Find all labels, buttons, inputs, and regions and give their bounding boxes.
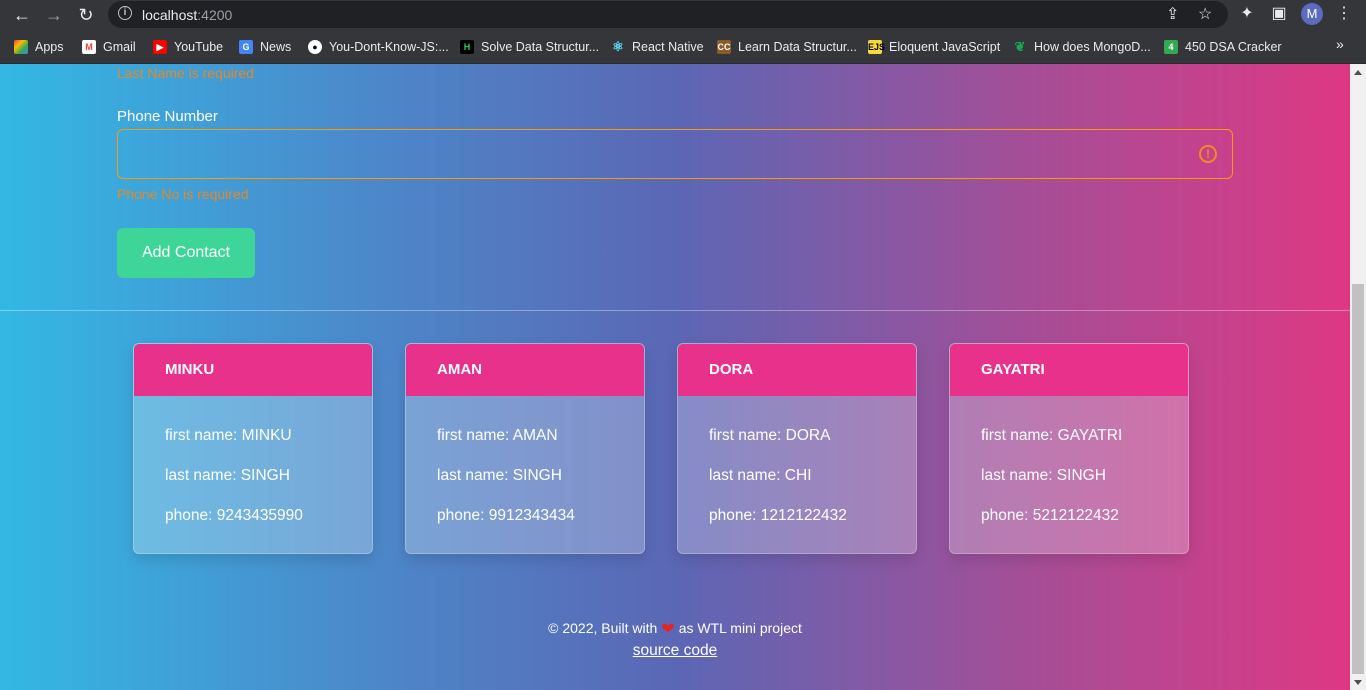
- contact-last-name: last name: CHI: [709, 467, 812, 484]
- heart-icon: ❤: [661, 621, 675, 638]
- contact-phone: phone: 9912343434: [437, 507, 575, 524]
- bookmarks-bar: Apps M Gmail ▶ YouTube G News ● You-Dont…: [0, 30, 1366, 64]
- contact-phone: phone: 1212122432: [709, 507, 847, 524]
- extensions-puzzle-icon[interactable]: ✦: [1237, 4, 1257, 24]
- source-code-link[interactable]: source code: [0, 642, 1350, 660]
- bookmark-label: Gmail: [103, 40, 136, 54]
- contact-card: AMAN first name: AMAN last name: SINGH p…: [405, 343, 645, 554]
- reload-icon[interactable]: ↻: [75, 4, 97, 26]
- url-text[interactable]: localhost:4200: [142, 7, 232, 23]
- contact-card-header: DORA: [678, 344, 916, 396]
- side-panel-icon[interactable]: ▣: [1269, 4, 1289, 24]
- bookmark-label: YouTube: [174, 40, 224, 54]
- news-icon: G: [239, 40, 253, 54]
- contact-phone: phone: 9243435990: [165, 507, 303, 524]
- contact-last-name: last name: SINGH: [981, 467, 1106, 484]
- hackerrank-icon: H: [460, 40, 474, 54]
- bookmark-youtube[interactable]: ▶ YouTube: [153, 38, 223, 56]
- footer-text-before: © 2022, Built with: [548, 620, 658, 636]
- youtube-icon: ▶: [153, 40, 167, 54]
- phone-input[interactable]: [117, 129, 1233, 179]
- contact-last-name: last name: SINGH: [437, 467, 562, 484]
- phone-label: Phone Number: [117, 108, 218, 125]
- bookmark-learn-ds[interactable]: CC Learn Data Structur...: [717, 38, 857, 56]
- scrollbar-thumb[interactable]: [1352, 284, 1364, 674]
- bookmark-label: Apps: [35, 40, 64, 54]
- url-host: localhost: [142, 7, 198, 23]
- share-icon[interactable]: ⇪: [1166, 5, 1179, 25]
- contact-card-header: AMAN: [406, 344, 644, 396]
- contact-card: GAYATRI first name: GAYATRI last name: S…: [949, 343, 1189, 554]
- bookmark-label: News: [260, 40, 292, 54]
- bookmark-label: Solve Data Structur...: [481, 40, 600, 54]
- bookmark-eloquent-js[interactable]: EJS Eloquent JavaScript: [868, 38, 1000, 56]
- contact-first-name: first name: DORA: [709, 427, 831, 444]
- contact-card: DORA first name: DORA last name: CHI pho…: [677, 343, 917, 554]
- bookmark-label: Learn Data Structur...: [738, 40, 857, 54]
- contact-card-header: GAYATRI: [950, 344, 1188, 396]
- contact-card: MINKU first name: MINKU last name: SINGH…: [133, 343, 373, 554]
- bookmark-you-dont-know-js[interactable]: ● You-Dont-Know-JS:...: [308, 38, 449, 56]
- add-contact-button[interactable]: Add Contact: [117, 228, 255, 278]
- warning-icon: !: [1199, 145, 1217, 163]
- bookmark-news[interactable]: G News: [239, 38, 291, 56]
- react-icon: ⚛: [612, 39, 624, 54]
- bookmark-react-native[interactable]: ⚛ React Native: [611, 38, 704, 56]
- browser-toolbar: ← → ↻ i localhost:4200 ⇪ ☆ ✦ ▣ M ⋮: [0, 0, 1366, 30]
- back-arrow-icon[interactable]: ←: [11, 4, 33, 26]
- url-port: :4200: [197, 7, 233, 23]
- codechef-icon: CC: [717, 40, 731, 54]
- bookmark-label: You-Dont-Know-JS:...: [329, 40, 449, 54]
- menu-dots-icon[interactable]: ⋮: [1334, 4, 1354, 24]
- section-divider: [0, 310, 1350, 311]
- scroll-up-arrow-icon[interactable]: [1354, 70, 1362, 75]
- bookmark-label: How does MongoD...: [1034, 40, 1151, 54]
- footer-credit: © 2022, Built with ❤ as WTL mini project: [0, 619, 1350, 639]
- bookmark-mongodb[interactable]: ❦ How does MongoD...: [1013, 38, 1151, 56]
- ejs-icon: EJS: [868, 40, 886, 54]
- bookmark-solve-ds[interactable]: H Solve Data Structur...: [460, 38, 599, 56]
- dsa-cracker-icon: 4: [1164, 40, 1178, 54]
- page-viewport: Last Name is required Phone Number ! Pho…: [0, 64, 1350, 690]
- bookmark-label: React Native: [632, 40, 704, 54]
- bookmark-apps[interactable]: Apps: [14, 38, 64, 56]
- phone-error: Phone No is required: [117, 186, 249, 202]
- github-icon: ●: [308, 40, 322, 54]
- contact-phone: phone: 5212122432: [981, 507, 1119, 524]
- forward-arrow-icon[interactable]: →: [43, 4, 65, 26]
- profile-avatar[interactable]: M: [1301, 3, 1323, 25]
- bookmarks-overflow-icon[interactable]: »: [1336, 36, 1344, 52]
- source-code-link-text[interactable]: source code: [633, 642, 717, 659]
- bookmark-star-icon[interactable]: ☆: [1198, 5, 1212, 25]
- contact-card-header: MINKU: [134, 344, 372, 396]
- site-info-icon[interactable]: i: [118, 6, 132, 20]
- contact-first-name: first name: GAYATRI: [981, 427, 1123, 444]
- bookmark-dsa-cracker[interactable]: 4 450 DSA Cracker: [1164, 38, 1282, 56]
- contact-first-name: first name: AMAN: [437, 427, 558, 444]
- gmail-icon: M: [82, 40, 96, 54]
- contact-first-name: first name: MINKU: [165, 427, 292, 444]
- bookmark-gmail[interactable]: M Gmail: [82, 38, 136, 56]
- apps-grid-icon: [14, 40, 28, 54]
- scroll-down-arrow-icon[interactable]: [1354, 680, 1362, 685]
- address-bar[interactable]: i localhost:4200 ⇪ ☆: [108, 1, 1228, 28]
- bookmark-label: 450 DSA Cracker: [1185, 40, 1282, 54]
- footer-text-after: as WTL mini project: [678, 620, 802, 636]
- contact-last-name: last name: SINGH: [165, 467, 290, 484]
- last-name-error: Last Name is required: [117, 65, 254, 81]
- mongodb-leaf-icon: ❦: [1014, 39, 1026, 54]
- bookmark-label: Eloquent JavaScript: [889, 40, 1001, 54]
